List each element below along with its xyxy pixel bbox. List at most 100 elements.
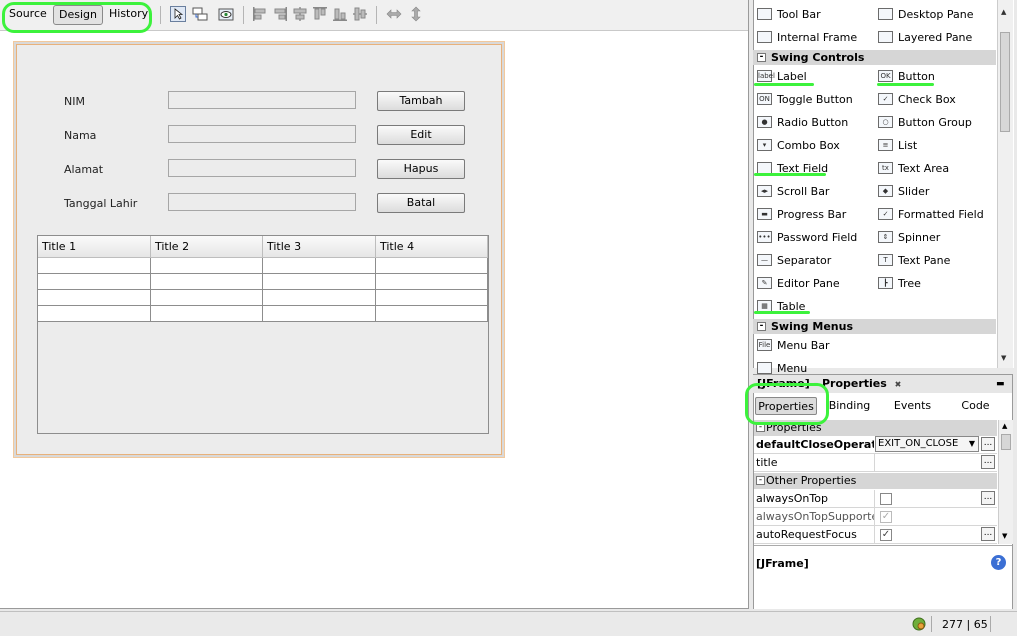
palette-item-editor-pane[interactable]: ✎ Editor Pane <box>753 272 873 295</box>
align-left-icon[interactable] <box>252 6 268 22</box>
table-cell[interactable] <box>151 306 263 321</box>
table-row[interactable] <box>38 258 488 274</box>
table-cell[interactable] <box>376 258 488 273</box>
table-row[interactable] <box>38 306 488 322</box>
palette-item-table[interactable]: ▦ Table <box>753 295 873 318</box>
section-other-properties[interactable]: - Other Properties <box>754 473 997 489</box>
table-header-title-2[interactable]: Title 2 <box>151 236 263 258</box>
palette-scrollbar[interactable]: ▲ ▼ <box>997 0 1013 368</box>
close-operation-combo[interactable]: EXIT_ON_CLOSE ▼ <box>875 436 979 452</box>
palette-item-password-field[interactable]: ••• Password Field <box>753 226 873 249</box>
table-row[interactable] <box>38 274 488 290</box>
table-cell[interactable] <box>263 258 376 273</box>
table-cell[interactable] <box>151 258 263 273</box>
table-cell[interactable] <box>376 274 488 289</box>
scroll-down-arrow-icon[interactable]: ▼ <box>1002 532 1007 540</box>
tab-binding[interactable]: Binding <box>822 397 877 415</box>
palette-item-text-field[interactable]: Text Field <box>753 157 873 180</box>
table-cell[interactable] <box>263 274 376 289</box>
table-cell[interactable] <box>38 290 151 305</box>
property-row-alwaysontop[interactable]: alwaysOnTop ... <box>754 490 997 508</box>
connection-mode-icon[interactable] <box>192 6 208 22</box>
center-horizontally-icon[interactable] <box>292 6 308 22</box>
text-field-alamat[interactable] <box>168 159 356 177</box>
table-cell[interactable] <box>151 274 263 289</box>
tab-code[interactable]: Code <box>948 397 1003 415</box>
palette-item-combo-box[interactable]: ▾ Combo Box <box>753 134 873 157</box>
center-vertically-icon[interactable] <box>352 6 368 22</box>
palette-item-text-area[interactable]: tx Text Area <box>874 157 994 180</box>
palette-item-menu-bar[interactable]: File Menu Bar <box>753 334 873 357</box>
palette-item-layered-pane[interactable]: Layered Pane <box>874 26 994 49</box>
ellipsis-button[interactable]: ... <box>981 437 995 451</box>
table-header-title-4[interactable]: Title 4 <box>376 236 488 258</box>
palette-item-toggle-button[interactable]: ON Toggle Button <box>753 88 873 111</box>
scroll-up-arrow-icon[interactable]: ▲ <box>1002 422 1007 430</box>
category-swing-menus[interactable]: - Swing Menus <box>753 319 996 334</box>
palette-item-text-pane[interactable]: T Text Pane <box>874 249 994 272</box>
chevron-down-icon[interactable]: ▼ <box>969 437 975 451</box>
scroll-thumb[interactable] <box>1000 32 1010 132</box>
label-alamat[interactable]: Alamat <box>64 163 103 176</box>
table-row[interactable] <box>38 290 488 306</box>
palette-item-internal-frame[interactable]: Internal Frame <box>753 26 873 49</box>
property-row-alwaysontopsupported[interactable]: alwaysOnTopSupported ✓ <box>754 508 997 526</box>
table-cell[interactable] <box>151 290 263 305</box>
palette-item-scroll-bar[interactable]: ◂▸ Scroll Bar <box>753 180 873 203</box>
palette-item-slider[interactable]: ◆ Slider <box>874 180 994 203</box>
collapse-icon[interactable]: - <box>757 53 766 62</box>
edit-button[interactable]: Edit <box>377 125 465 145</box>
palette-item-check-box[interactable]: ✓ Check Box <box>874 88 994 111</box>
text-field-tanggal-lahir[interactable] <box>168 193 356 211</box>
table-cell[interactable] <box>376 306 488 321</box>
table-cell[interactable] <box>263 306 376 321</box>
horizontal-resize-icon[interactable] <box>386 6 402 22</box>
property-row-autorequestfocus[interactable]: autoRequestFocus ✓ ... <box>754 526 997 544</box>
selection-mode-icon[interactable] <box>170 6 186 22</box>
palette-item-separator[interactable]: — Separator <box>753 249 873 272</box>
properties-scrollbar[interactable]: ▲ ▼ <box>998 420 1013 544</box>
align-right-icon[interactable] <box>272 6 288 22</box>
palette-item-desktop-pane[interactable]: Desktop Pane <box>874 3 994 26</box>
collapse-icon[interactable]: - <box>757 322 766 331</box>
table-cell[interactable] <box>38 258 151 273</box>
table-cell[interactable] <box>376 290 488 305</box>
ellipsis-button[interactable]: ... <box>981 455 995 469</box>
text-field-nama[interactable] <box>168 125 356 143</box>
label-tanggal-lahir[interactable]: Tanggal Lahir <box>64 197 137 210</box>
tambah-button[interactable]: Tambah <box>377 91 465 111</box>
palette-item-button-group[interactable]: ○ Button Group <box>874 111 994 134</box>
label-nama[interactable]: Nama <box>64 129 96 142</box>
table-cell[interactable] <box>263 290 376 305</box>
palette-item-tool-bar[interactable]: Tool Bar <box>753 3 873 26</box>
palette-item-spinner[interactable]: ⇕ Spinner <box>874 226 994 249</box>
hapus-button[interactable]: Hapus <box>377 159 465 179</box>
auto-request-focus-checkbox[interactable]: ✓ <box>880 529 892 541</box>
data-table[interactable]: Title 1 Title 2 Title 3 Title 4 <box>37 235 489 434</box>
align-top-icon[interactable] <box>312 6 328 22</box>
help-icon[interactable]: ? <box>991 555 1006 570</box>
ellipsis-button[interactable]: ... <box>981 527 995 541</box>
property-row-defaultcloseoperation[interactable]: defaultCloseOperation EXIT_ON_CLOSE ▼ ..… <box>754 436 997 454</box>
palette-item-formatted-field[interactable]: ✓ Formatted Field <box>874 203 994 226</box>
align-bottom-icon[interactable] <box>332 6 348 22</box>
title-value-field[interactable] <box>874 454 979 471</box>
label-nim[interactable]: NIM <box>64 95 85 108</box>
minimize-icon[interactable]: ▬ <box>996 375 1005 393</box>
scroll-up-arrow-icon[interactable]: ▲ <box>1001 8 1006 16</box>
palette-item-radio-button[interactable]: ● Radio Button <box>753 111 873 134</box>
text-field-nim[interactable] <box>168 91 356 109</box>
table-cell[interactable] <box>38 274 151 289</box>
vertical-resize-icon[interactable] <box>408 6 424 22</box>
batal-button[interactable]: Batal <box>377 193 465 213</box>
palette-item-tree[interactable]: ┣ Tree <box>874 272 994 295</box>
scroll-thumb[interactable] <box>1001 434 1011 450</box>
table-cell[interactable] <box>38 306 151 321</box>
close-icon[interactable]: ✖ <box>895 380 902 389</box>
palette-item-list[interactable]: ≡ List <box>874 134 994 157</box>
collapse-icon[interactable]: - <box>756 476 765 485</box>
always-on-top-checkbox[interactable] <box>880 493 892 505</box>
table-header-title-1[interactable]: Title 1 <box>38 236 151 258</box>
tab-events[interactable]: Events <box>885 397 940 415</box>
preview-design-icon[interactable] <box>218 6 234 22</box>
